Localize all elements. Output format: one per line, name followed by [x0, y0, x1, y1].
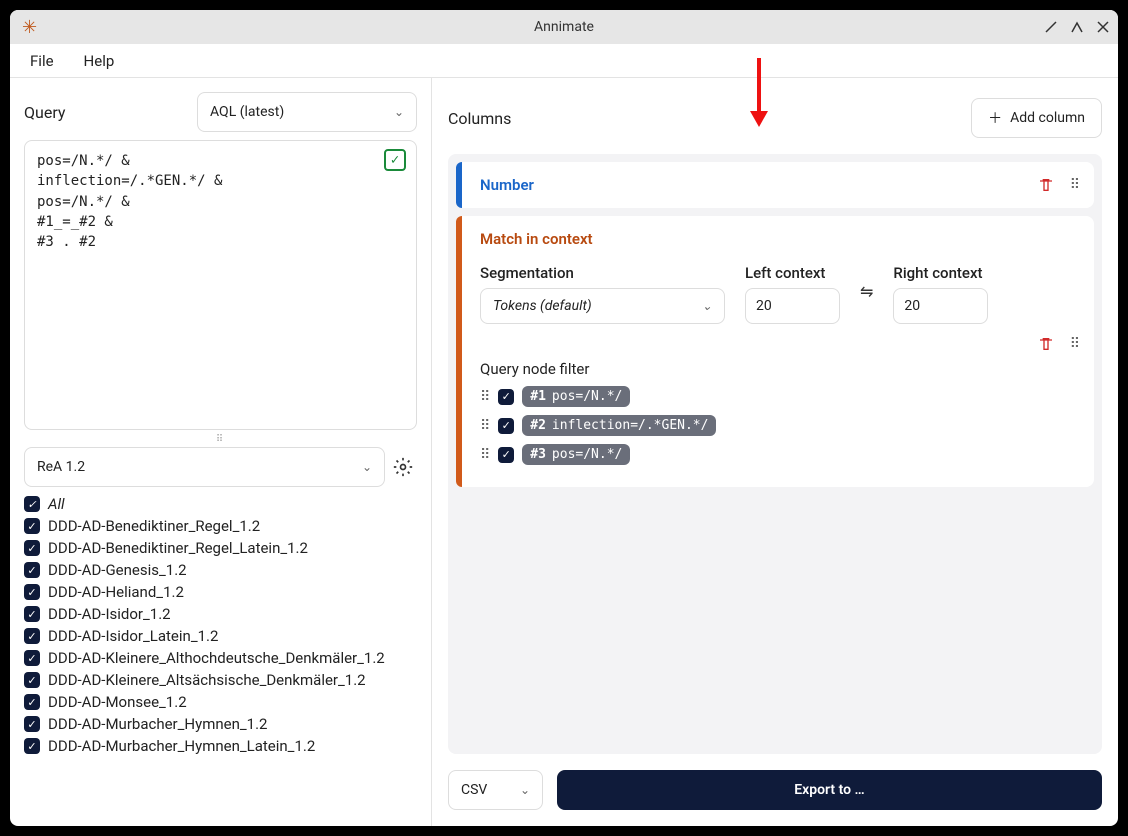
trash-icon[interactable]	[1038, 177, 1054, 193]
checkbox-icon[interactable]: ✓	[498, 447, 514, 463]
app-logo-icon: ✳	[22, 17, 37, 38]
query-language-value: AQL (latest)	[210, 104, 284, 120]
right-context-label: Right context	[893, 264, 988, 282]
checkbox-icon[interactable]: ✓	[24, 716, 40, 732]
column-card-match: Match in context Segmentation Tokens (de…	[456, 216, 1094, 487]
maximize-button[interactable]	[1070, 20, 1084, 34]
corpus-item[interactable]: ✓DDD-AD-Benediktiner_Regel_1.2	[24, 515, 417, 537]
menu-file[interactable]: File	[30, 52, 54, 70]
corpus-item[interactable]: ✓DDD-AD-Murbacher_Hymnen_1.2	[24, 713, 417, 735]
drag-handle-icon[interactable]: ⠿	[480, 447, 490, 463]
chevron-down-icon: ⌄	[394, 105, 404, 119]
checkbox-icon[interactable]: ✓	[24, 606, 40, 622]
query-textarea[interactable]: pos=/N.*/ & inflection=/.*GEN.*/ & pos=/…	[24, 140, 417, 430]
corpus-item[interactable]: ✓DDD-AD-Murbacher_Hymnen_Latein_1.2	[24, 735, 417, 757]
corpus-item[interactable]: ✓DDD-AD-Heliand_1.2	[24, 581, 417, 603]
resize-handle[interactable]: ⠿	[24, 434, 417, 445]
corpus-item[interactable]: ✓DDD-AD-Isidor_Latein_1.2	[24, 625, 417, 647]
window-controls	[1044, 20, 1110, 34]
corpus-item[interactable]: ✓DDD-AD-Monsee_1.2	[24, 691, 417, 713]
corpus-all[interactable]: ✓ All	[24, 493, 417, 515]
left-context-label: Left context	[745, 264, 840, 282]
checkbox-icon[interactable]: ✓	[24, 628, 40, 644]
checkbox-icon[interactable]: ✓	[24, 738, 40, 754]
trash-icon[interactable]	[1038, 336, 1054, 352]
link-icon[interactable]: ⇋	[860, 282, 873, 301]
drag-handle-icon[interactable]: ⠿	[480, 389, 490, 405]
qnf-item: ⠿ ✓ #3pos=/N.*/	[480, 444, 1078, 465]
checkbox-icon[interactable]: ✓	[498, 418, 514, 434]
drag-handle-icon[interactable]: ⠿	[1070, 336, 1078, 352]
chevron-down-icon: ⌄	[362, 460, 372, 474]
right-panel: Columns ＋ Add column Number ⠿	[432, 78, 1118, 826]
card-stripe	[456, 162, 462, 208]
query-language-select[interactable]: AQL (latest) ⌄	[197, 92, 417, 132]
checkbox-icon[interactable]: ✓	[24, 650, 40, 666]
chevron-down-icon: ⌄	[520, 783, 530, 797]
corpus-list: ✓ All ✓DDD-AD-Benediktiner_Regel_1.2 ✓DD…	[24, 493, 417, 826]
qnf-item: ⠿ ✓ #2inflection=/.*GEN.*/	[480, 415, 1078, 436]
checkbox-icon[interactable]: ✓	[24, 540, 40, 556]
menubar: File Help	[10, 44, 1118, 78]
checkbox-icon[interactable]: ✓	[24, 584, 40, 600]
menu-help[interactable]: Help	[84, 52, 115, 70]
card-title: Match in context	[480, 230, 593, 248]
app-window: ✳ Annimate File Help Query AQL (latest) …	[10, 10, 1118, 826]
corpus-item[interactable]: ✓DDD-AD-Kleinere_Altsächsische_Denkmäler…	[24, 669, 417, 691]
qnf-chip: #2inflection=/.*GEN.*/	[522, 415, 716, 436]
drag-handle-icon[interactable]: ⠿	[1070, 177, 1078, 193]
checkbox-icon[interactable]: ✓	[24, 518, 40, 534]
left-context-input[interactable]: 20	[745, 288, 840, 324]
query-label: Query	[24, 103, 65, 122]
checkbox-icon[interactable]: ✓	[24, 672, 40, 688]
query-node-filter-label: Query node filter	[480, 360, 1078, 378]
corpus-select[interactable]: ReA 1.2 ⌄	[24, 447, 385, 487]
columns-cards: Number ⠿ Match in context	[448, 154, 1102, 754]
query-valid-icon: ✓	[384, 149, 406, 171]
chevron-down-icon: ⌄	[702, 299, 712, 313]
column-card-number: Number ⠿	[456, 162, 1094, 208]
export-format-select[interactable]: CSV ⌄	[448, 770, 543, 810]
corpus-item[interactable]: ✓DDD-AD-Kleinere_Althochdeutsche_Denkmäl…	[24, 647, 417, 669]
checkbox-icon[interactable]: ✓	[498, 389, 514, 405]
corpus-select-value: ReA 1.2	[37, 459, 85, 475]
drag-handle-icon[interactable]: ⠿	[480, 418, 490, 434]
gear-icon[interactable]	[393, 457, 417, 477]
checkbox-icon[interactable]: ✓	[24, 562, 40, 578]
right-context-input[interactable]: 20	[893, 288, 988, 324]
segmentation-select[interactable]: Tokens (default) ⌄	[480, 288, 725, 324]
left-panel: Query AQL (latest) ⌄ pos=/N.*/ & inflect…	[10, 78, 432, 826]
add-column-button[interactable]: ＋ Add column	[971, 98, 1102, 138]
card-title: Number	[480, 176, 534, 194]
corpus-item[interactable]: ✓DDD-AD-Isidor_1.2	[24, 603, 417, 625]
columns-label: Columns	[448, 109, 511, 128]
close-button[interactable]	[1096, 20, 1110, 34]
qnf-chip: #3pos=/N.*/	[522, 444, 630, 465]
checkbox-icon[interactable]: ✓	[24, 694, 40, 710]
qnf-item: ⠿ ✓ #1pos=/N.*/	[480, 386, 1078, 407]
window-title: Annimate	[10, 19, 1118, 35]
main-content: Query AQL (latest) ⌄ pos=/N.*/ & inflect…	[10, 78, 1118, 826]
titlebar: ✳ Annimate	[10, 10, 1118, 44]
corpus-item[interactable]: ✓DDD-AD-Genesis_1.2	[24, 559, 417, 581]
export-button[interactable]: Export to …	[557, 770, 1102, 810]
minimize-button[interactable]	[1044, 20, 1058, 34]
qnf-chip: #1pos=/N.*/	[522, 386, 630, 407]
corpus-item[interactable]: ✓DDD-AD-Benediktiner_Regel_Latein_1.2	[24, 537, 417, 559]
card-stripe	[456, 216, 462, 487]
segmentation-label: Segmentation	[480, 264, 725, 282]
plus-icon: ＋	[988, 108, 1002, 128]
checkbox-icon[interactable]: ✓	[24, 496, 40, 512]
